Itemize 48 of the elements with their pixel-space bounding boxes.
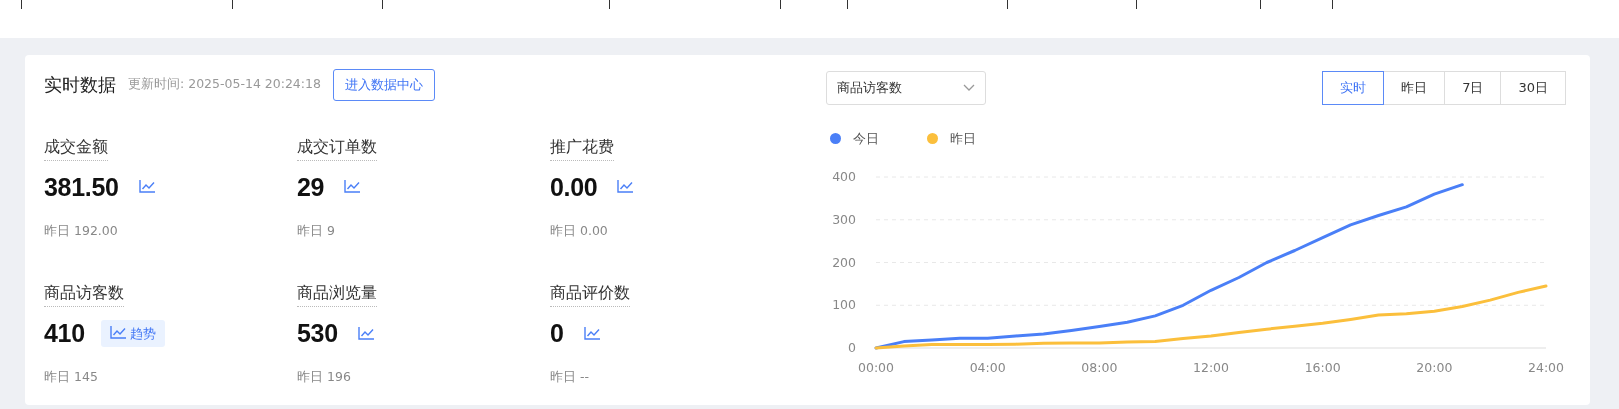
x-tick-label: 00:00 (858, 359, 894, 375)
y-tick-label: 200 (832, 254, 856, 269)
yesterday-value: 昨日 145 (44, 368, 99, 387)
legend-label: 今日 (853, 130, 879, 148)
metric-label: 商品访客数 (44, 280, 124, 307)
trend-button[interactable]: 趋势 (100, 319, 165, 348)
trend-icon (109, 325, 126, 339)
legend-label: 昨日 (950, 130, 976, 148)
metric-value: 0 (550, 317, 564, 349)
y-tick-label: 100 (832, 296, 856, 312)
trend-icon (344, 180, 361, 194)
metric-label: 商品浏览量 (297, 280, 377, 307)
y-tick-label: 0 (848, 339, 856, 355)
x-tick-label: 24:00 (1528, 359, 1564, 375)
x-tick-label: 20:00 (1416, 359, 1453, 375)
metric-value: 410 (44, 317, 85, 349)
metric-value: 0.00 (550, 171, 598, 203)
x-tick-label: 04:00 (969, 359, 1006, 375)
metric-label: 成交订单数 (297, 134, 377, 161)
y-tick-label: 400 (832, 168, 856, 184)
range-tab[interactable]: 7日 (1444, 71, 1502, 105)
metric-label: 成交金额 (44, 134, 108, 161)
data-center-button[interactable]: 进入数据中心 (332, 69, 435, 101)
yesterday-value: 昨日 0.00 (550, 222, 609, 240)
metric-value: 381.50 (44, 171, 119, 203)
range-tab[interactable]: 30日 (1500, 71, 1566, 105)
range-tab[interactable]: 昨日 (1383, 71, 1446, 105)
trend-icon (357, 326, 374, 340)
update-time: 更新时间: 2025-05-14 20:24:18 (128, 75, 321, 94)
x-tick-label: 08:00 (1081, 359, 1118, 375)
x-tick-label: 12:00 (1193, 359, 1229, 375)
yesterday-value: 昨日 192.00 (44, 222, 119, 240)
metric-label: 推广花费 (550, 134, 614, 161)
chevron-down-icon (963, 84, 975, 92)
trend-icon (138, 180, 155, 194)
metric-value: 530 (297, 317, 338, 349)
yesterday-value: 昨日 -- (550, 368, 590, 387)
section-title: 实时数据 (44, 73, 116, 98)
range-tab[interactable]: 实时 (1322, 71, 1385, 105)
trend-icon (583, 326, 600, 340)
yesterday-value: 昨日 9 (297, 222, 336, 240)
metric-value: 29 (297, 171, 325, 203)
trend-icon (617, 180, 634, 194)
x-tick-label: 16:00 (1304, 359, 1341, 375)
yesterday-value: 昨日 196 (297, 368, 352, 387)
metric-dropdown[interactable]: 商品访客数 (826, 71, 986, 105)
metric-label: 商品评价数 (550, 280, 630, 307)
y-tick-label: 300 (832, 211, 856, 227)
